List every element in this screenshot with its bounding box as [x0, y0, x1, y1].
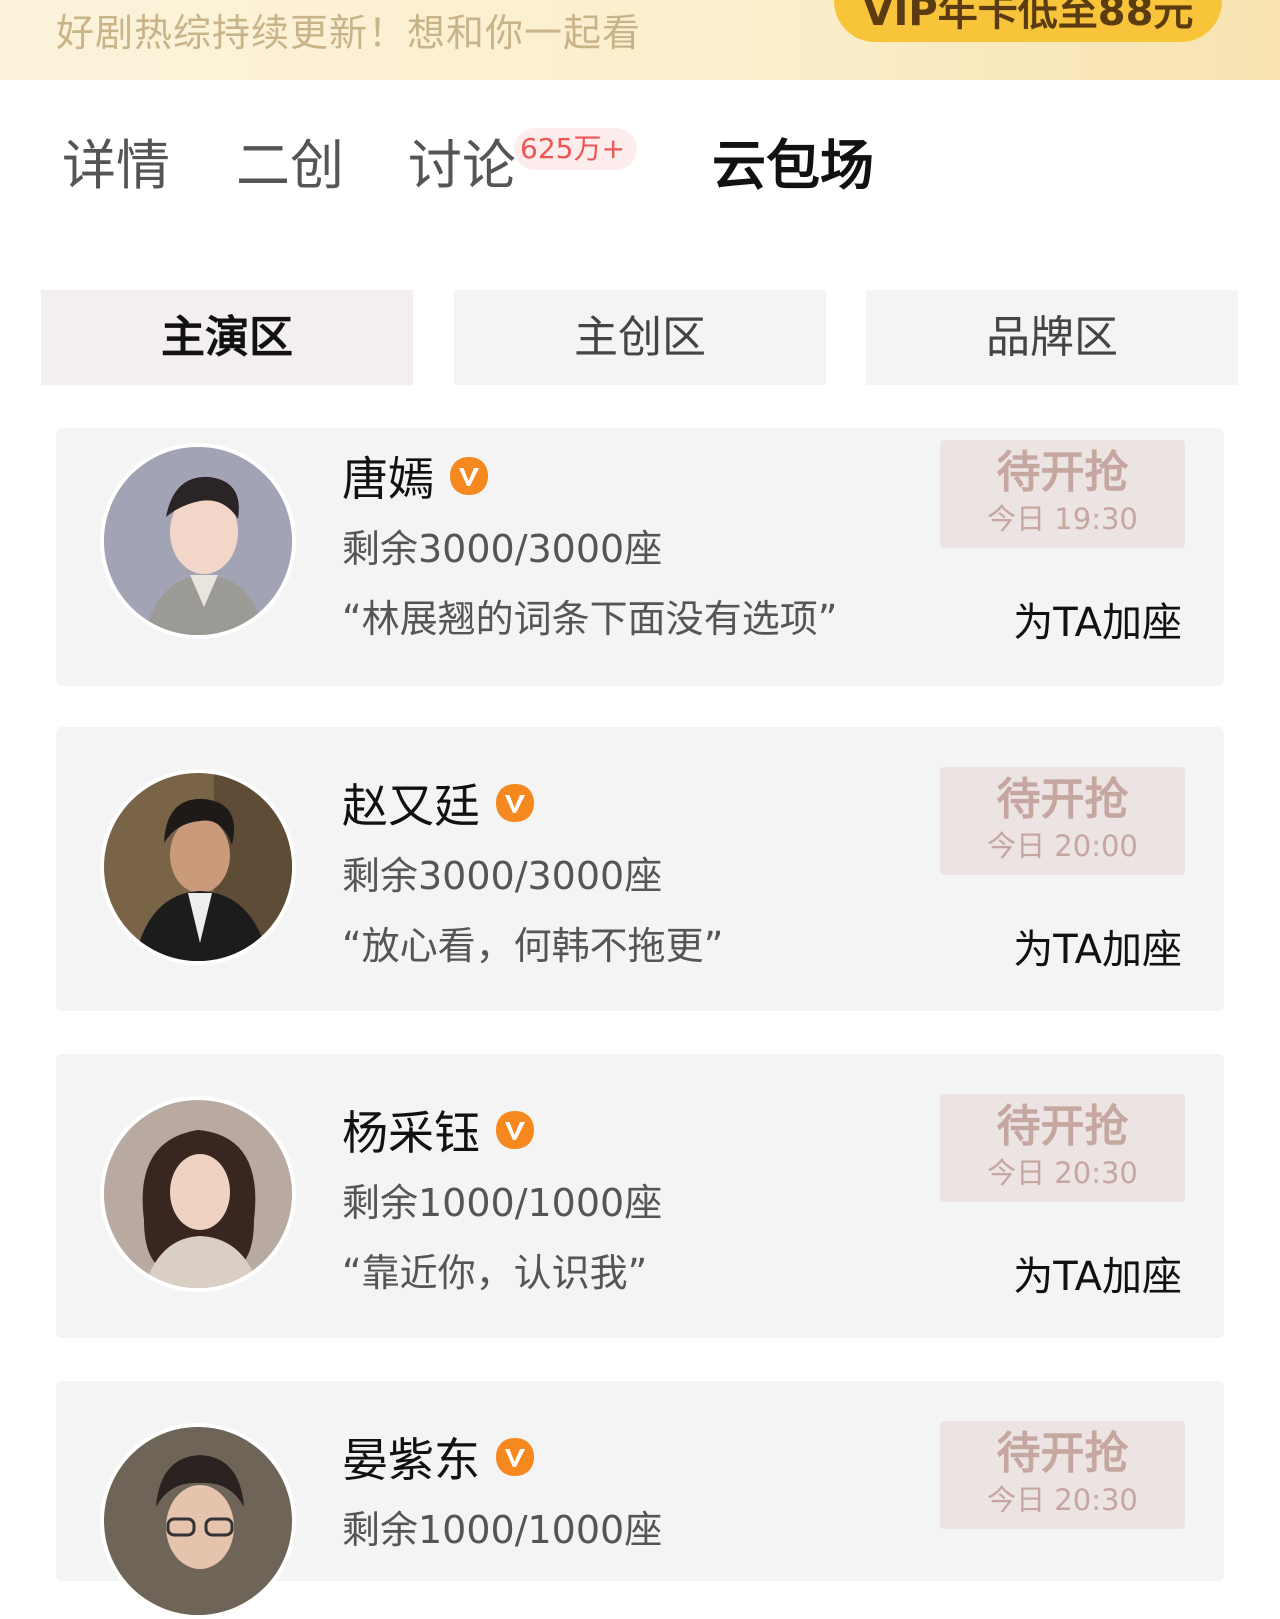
- verified-v-icon: [450, 457, 488, 495]
- avatar[interactable]: [100, 443, 296, 639]
- actor-name-row: 晏紫东: [342, 1427, 536, 1487]
- actor-quote: “林展翘的词条下面没有选项”: [342, 597, 838, 641]
- actor-card: 赵又廷 剩余3000/3000座 “放心看，何韩不拖更” 待开抢 今日 20:0…: [56, 727, 1224, 1011]
- status-label: 待开抢: [996, 1428, 1129, 1479]
- tab-cloud-screening[interactable]: 云包场: [712, 128, 874, 204]
- vip-purchase-button[interactable]: VIP年卡低至88元: [834, 0, 1222, 42]
- actor-name[interactable]: 杨采钰: [342, 1097, 480, 1163]
- subtab-brands[interactable]: 品牌区: [866, 290, 1238, 385]
- actor-name-row: 杨采钰: [342, 1100, 536, 1160]
- actor-card: 唐嫣 剩余3000/3000座 “林展翘的词条下面没有选项” 待开抢 今日 19…: [56, 428, 1224, 686]
- tab-fan-creations[interactable]: 二创: [236, 128, 344, 204]
- verified-v-icon: [496, 784, 534, 822]
- banner-text: 好剧热综持续更新！想和你一起看: [56, 11, 642, 55]
- verified-v-icon: [496, 1111, 534, 1149]
- vip-banner[interactable]: 好剧热综持续更新！想和你一起看 VIP年卡低至88元: [0, 0, 1280, 80]
- add-seat-button[interactable]: 为TA加座: [1013, 917, 1182, 975]
- actor-card: 杨采钰 剩余1000/1000座 “靠近你，认识我” 待开抢 今日 20:30 …: [56, 1054, 1224, 1338]
- seats-remaining: 剩余1000/1000座: [342, 1508, 663, 1552]
- discussion-count-badge: 625万+: [514, 128, 637, 170]
- add-seat-button[interactable]: 为TA加座: [1013, 1244, 1182, 1302]
- main-tabs: 详情 二创 讨论 云包场: [0, 128, 1280, 208]
- actor-name[interactable]: 赵又廷: [342, 770, 480, 836]
- subtab-creators[interactable]: 主创区: [454, 290, 826, 385]
- avatar[interactable]: [100, 769, 296, 965]
- avatar[interactable]: [100, 1423, 296, 1619]
- start-time: 今日 19:30: [987, 502, 1138, 536]
- verified-v-icon: [496, 1438, 534, 1476]
- actor-name-row: 唐嫣: [342, 446, 490, 506]
- actor-name[interactable]: 晏紫东: [342, 1424, 480, 1490]
- status-label: 待开抢: [996, 447, 1129, 498]
- actor-quote: “放心看，何韩不拖更”: [342, 924, 724, 968]
- seats-remaining: 剩余1000/1000座: [342, 1181, 663, 1225]
- start-time: 今日 20:30: [987, 1156, 1138, 1190]
- tab-discussion[interactable]: 讨论: [408, 128, 516, 204]
- status-label: 待开抢: [996, 1101, 1129, 1152]
- actor-quote: “靠近你，认识我”: [342, 1251, 648, 1295]
- actor-name-row: 赵又廷: [342, 773, 536, 833]
- grab-status-button[interactable]: 待开抢 今日 20:00: [940, 767, 1185, 875]
- seats-remaining: 剩余3000/3000座: [342, 854, 663, 898]
- grab-status-button[interactable]: 待开抢 今日 19:30: [940, 440, 1185, 548]
- actor-card: 晏紫东 剩余1000/1000座 待开抢 今日 20:30: [56, 1381, 1224, 1619]
- grab-status-button[interactable]: 待开抢 今日 20:30: [940, 1421, 1185, 1529]
- grab-status-button[interactable]: 待开抢 今日 20:30: [940, 1094, 1185, 1202]
- avatar[interactable]: [100, 1096, 296, 1292]
- add-seat-button[interactable]: 为TA加座: [1013, 590, 1182, 648]
- status-label: 待开抢: [996, 774, 1129, 825]
- start-time: 今日 20:30: [987, 1483, 1138, 1517]
- subtab-lead-actors[interactable]: 主演区: [41, 290, 413, 385]
- seats-remaining: 剩余3000/3000座: [342, 527, 663, 571]
- tab-details[interactable]: 详情: [62, 128, 170, 204]
- actor-name[interactable]: 唐嫣: [342, 443, 434, 509]
- start-time: 今日 20:00: [987, 829, 1138, 863]
